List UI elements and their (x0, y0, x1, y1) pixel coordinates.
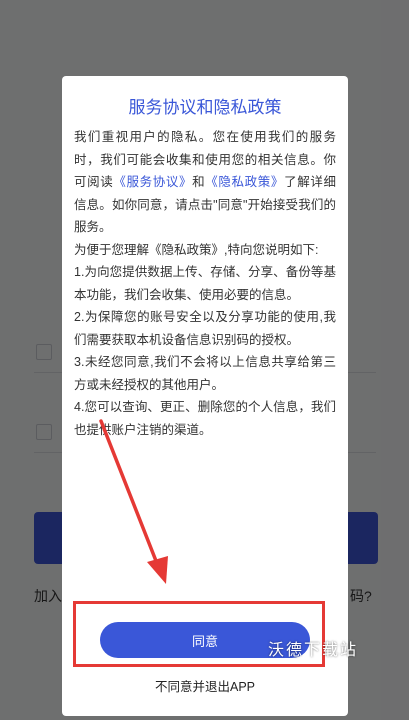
service-agreement-link[interactable]: 《服务协议》 (113, 175, 192, 189)
intro-paragraph: 我们重视用户的隐私。您在使用我们的服务时，我们可能会收集和使用您的相关信息。你可… (74, 126, 336, 239)
watermark: 沃德下载站 (268, 642, 359, 659)
dialog-title: 服务协议和隐私政策 (128, 98, 282, 117)
explain-paragraph: 为便于您理解《隐私政策》,特向您说明如下: (74, 242, 319, 257)
policy-item-3: 3.未经您同意,我们不会将以上信息共享给第三方或未经授权的其他用户。 (74, 355, 336, 392)
policy-item-2: 2.为保障您的账号安全以及分享功能的使用,我们需要获取本机设备信息识别码的授权。 (74, 310, 336, 347)
privacy-policy-link[interactable]: 《隐私政策》 (205, 175, 284, 189)
policy-item-4: 4.您可以查询、更正、删除您的个人信息，我们也提供账户注销的渠道。 (74, 400, 336, 437)
dialog-body: 我们重视用户的隐私。您在使用我们的服务时，我们可能会收集和使用您的相关信息。你可… (74, 126, 336, 441)
intro-and: 和 (192, 175, 206, 189)
policy-item-1: 1.为向您提供数据上传、存储、分享、备份等基本功能，我们会收集、使用必要的信息。 (74, 265, 336, 302)
decline-exit-link[interactable]: 不同意并退出APP (62, 676, 348, 695)
